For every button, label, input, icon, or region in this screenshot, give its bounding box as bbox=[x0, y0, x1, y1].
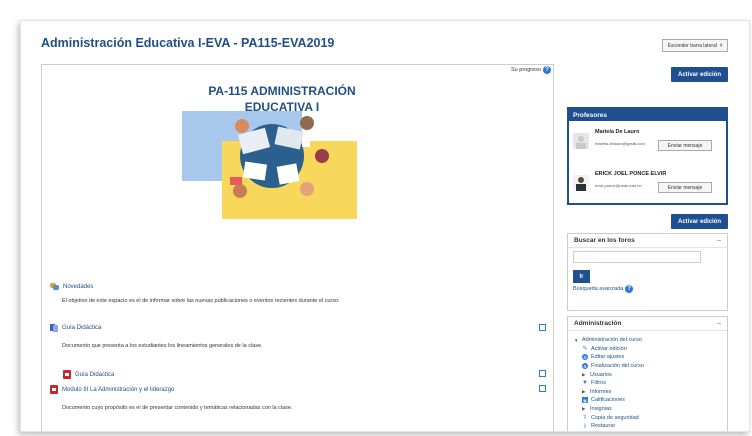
avatar bbox=[573, 175, 589, 191]
teacher-entry: Mariela De Lauro mariela.delauro@gmail.c… bbox=[573, 129, 723, 159]
forum-search-block: Buscar en los foros – Ir Búsqueda avanza… bbox=[567, 233, 728, 311]
admin-item-restore[interactable]: ⇩ Restaurar bbox=[574, 422, 644, 431]
collapse-icon[interactable]: – bbox=[717, 237, 721, 244]
book-icon bbox=[50, 324, 58, 332]
progress-label: Su progreso bbox=[511, 67, 541, 73]
pdf-icon bbox=[63, 370, 71, 379]
activity-name[interactable]: Guía Didáctica bbox=[62, 325, 101, 331]
pencil-icon: ✎ bbox=[582, 346, 588, 353]
teacher-entry: ERICK JOEL PONCE ELVIR erick.ponce@unah.… bbox=[573, 171, 723, 201]
admin-item-label[interactable]: Editar ajustes bbox=[591, 354, 624, 360]
forum-search-header: Buscar en los foros – bbox=[568, 234, 727, 248]
admin-item-label[interactable]: Insignias bbox=[590, 406, 612, 412]
admin-item-activate-edit[interactable]: ✎ Activar edición bbox=[574, 345, 644, 354]
admin-item-label[interactable]: Restaurar bbox=[591, 423, 615, 429]
teachers-block-title: Profesores bbox=[569, 109, 726, 121]
admin-item-users[interactable]: ▶ Usuarios bbox=[574, 370, 644, 379]
activity-guide-book[interactable]: Guía Didáctica bbox=[50, 324, 101, 332]
completion-checkbox[interactable] bbox=[539, 385, 546, 392]
admin-item-label[interactable]: Informes bbox=[590, 389, 611, 395]
forum-icon bbox=[50, 283, 59, 290]
activity-name[interactable]: Guía Didactica bbox=[75, 372, 114, 378]
hide-blocks-button[interactable]: Esconder barra lateral › bbox=[662, 39, 728, 52]
filter-icon: ▼ bbox=[582, 380, 588, 387]
admin-item-label[interactable]: Usuarios bbox=[590, 372, 612, 378]
teacher-name[interactable]: ERICK JOEL PONCE ELVIR bbox=[595, 171, 666, 177]
hide-blocks-label: Esconder barra lateral bbox=[667, 42, 717, 49]
help-icon[interactable]: ? bbox=[625, 285, 634, 293]
admin-item-label[interactable]: Administración del curso bbox=[582, 337, 642, 343]
forum-search-input[interactable] bbox=[573, 251, 701, 263]
admin-item-badges[interactable]: ▶ Insignias bbox=[574, 405, 644, 414]
admin-item-label[interactable]: Copia de seguridad bbox=[591, 415, 639, 421]
triangle-right-icon: ▶ bbox=[582, 371, 586, 377]
administration-block: Administración – ▼ Administración del cu… bbox=[567, 316, 728, 431]
triangle-right-icon: ▶ bbox=[582, 388, 586, 394]
progress-indicator: Su progreso ? bbox=[511, 66, 551, 74]
admin-item-reports[interactable]: ▶ Informes bbox=[574, 388, 644, 397]
forum-search-title: Buscar en los foros bbox=[574, 237, 635, 244]
gear-icon: ⚙ bbox=[582, 354, 588, 361]
send-message-button[interactable]: Enviar mensaje bbox=[658, 140, 712, 151]
forum-search-go-button[interactable]: Ir bbox=[573, 270, 590, 283]
activity-name[interactable]: Novedades bbox=[63, 284, 93, 290]
course-heading-line1: PA-115 ADMINISTRACIÓN bbox=[208, 84, 356, 98]
table-icon: ▦ bbox=[582, 397, 588, 404]
avatar bbox=[573, 133, 589, 149]
activity-module-pdf[interactable]: Modulo III La Administración y el lidera… bbox=[50, 385, 174, 394]
admin-item-grades[interactable]: ▦ Calificaciones bbox=[574, 396, 644, 405]
pdf-icon bbox=[50, 385, 58, 394]
help-icon[interactable]: ? bbox=[542, 66, 551, 74]
admin-item-label[interactable]: Finalización del curso bbox=[591, 363, 644, 369]
download-icon: ⇩ bbox=[582, 423, 588, 430]
activate-edit-button[interactable]: Activar edición bbox=[671, 67, 728, 82]
activity-description: Documento que presenta a los estudiantes… bbox=[62, 343, 263, 349]
course-content: Su progreso ? PA-115 ADMINISTRACIÓN EDUC… bbox=[41, 64, 554, 431]
admin-item-backup[interactable]: ⇧ Copia de seguridad bbox=[574, 413, 644, 422]
activate-edit-button-secondary[interactable]: Activar edición bbox=[671, 214, 728, 229]
page-title: Administración Educativa I-EVA - PA115-E… bbox=[41, 36, 335, 50]
teachers-block: Profesores Mariela De Lauro mariela.dela… bbox=[567, 107, 728, 205]
advanced-search-label[interactable]: Búsqueda avanzada bbox=[573, 286, 623, 292]
admin-item-course-admin[interactable]: ▼ Administración del curso bbox=[574, 336, 644, 345]
teacher-email[interactable]: mariela.delauro@gmail.com bbox=[595, 141, 645, 146]
admin-item-edit-settings[interactable]: ⚙ Editar ajustes bbox=[574, 353, 644, 362]
browser-frame: Administración Educativa I-EVA - PA115-E… bbox=[20, 20, 750, 432]
completion-checkbox[interactable] bbox=[539, 324, 546, 331]
activity-guide-pdf[interactable]: Guía Didactica bbox=[63, 370, 114, 379]
gear-icon: ⚙ bbox=[582, 363, 588, 370]
advanced-search-link[interactable]: Búsqueda avanzada ? bbox=[573, 285, 634, 293]
administration-header: Administración – bbox=[568, 317, 727, 331]
teacher-name[interactable]: Mariela De Lauro bbox=[595, 129, 639, 135]
activity-description: Documento cuyo propósito es el de presen… bbox=[62, 405, 293, 411]
completion-checkbox[interactable] bbox=[539, 370, 546, 377]
admin-item-filters[interactable]: ▼ Filtros bbox=[574, 379, 644, 388]
administration-tree: ▼ Administración del curso ✎ Activar edi… bbox=[574, 336, 644, 431]
collapse-icon[interactable]: – bbox=[717, 320, 721, 327]
admin-item-label[interactable]: Calificaciones bbox=[591, 397, 625, 403]
triangle-down-icon: ▼ bbox=[574, 337, 579, 343]
administration-title: Administración bbox=[574, 320, 622, 327]
chevron-right-icon: › bbox=[719, 42, 723, 49]
course-banner-image bbox=[182, 111, 357, 219]
admin-item-label[interactable]: Filtros bbox=[591, 380, 606, 386]
triangle-right-icon: ▶ bbox=[582, 406, 586, 412]
activity-news-forum[interactable]: Novedades bbox=[50, 283, 93, 290]
admin-item-label[interactable]: Activar edición bbox=[591, 346, 627, 352]
admin-item-course-completion[interactable]: ⚙ Finalización del curso bbox=[574, 362, 644, 371]
activity-name[interactable]: Modulo III La Administración y el lidera… bbox=[62, 387, 174, 393]
upload-icon: ⇧ bbox=[582, 415, 588, 422]
teacher-email[interactable]: erick.ponce@unah.edu.hn bbox=[595, 183, 642, 188]
activity-description: El objetivo de este espacio es el de inf… bbox=[62, 298, 340, 304]
send-message-button[interactable]: Enviar mensaje bbox=[658, 182, 712, 193]
